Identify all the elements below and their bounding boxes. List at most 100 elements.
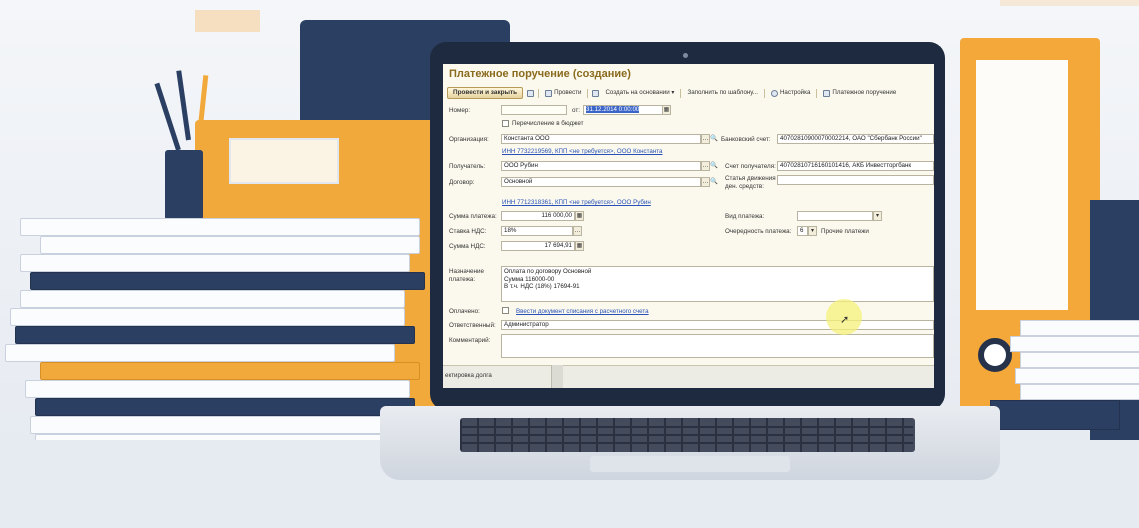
recipient-field[interactable]: ООО Рубин [501, 161, 701, 171]
folder-sheet [30, 272, 425, 290]
paper-sheet [20, 218, 420, 236]
paper-sheet-right [1010, 336, 1139, 352]
contract-label: Договор: [449, 179, 475, 186]
keyboard-row-divider [462, 426, 913, 428]
decor-blob-top [195, 10, 260, 32]
recipient-account-field[interactable]: 40702810716160101416, АКБ Инвестторгбанк [777, 161, 934, 171]
vat-amount-field[interactable]: 17 694,91 [501, 241, 575, 251]
responsible-label: Ответственный: [449, 322, 496, 329]
paper-sheet [10, 308, 405, 326]
post-and-close-button[interactable]: Провести и закрыть [447, 87, 524, 99]
payment-type-select[interactable] [797, 211, 873, 221]
decor-blob-right [1000, 0, 1139, 6]
paper-sheet-right [1020, 352, 1139, 368]
window-title: Платежное поручение (создание) [449, 68, 631, 80]
amount-label: Сумма платежа: [449, 213, 497, 220]
date-label: от: [572, 107, 580, 114]
organization-info-link[interactable]: ИНН 7732219569, КПП <не требуется>, ООО … [502, 148, 662, 155]
mouse-cursor-icon: ➚ [840, 314, 850, 326]
priority-text: Прочие платежи [821, 228, 869, 235]
organization-field[interactable]: Константа ООО [501, 134, 701, 144]
cash-flow-label: Статья движения ден. средств: [725, 175, 776, 190]
contract-select-button[interactable]: … [701, 177, 710, 187]
toolbar-separator [680, 88, 682, 98]
purpose-line: Оплата по договору Основной [504, 268, 592, 275]
organization-select-button[interactable]: … [701, 134, 710, 144]
folder-sheet [35, 398, 415, 416]
save-icon[interactable] [527, 89, 535, 97]
chevron-down-icon[interactable]: ▾ [873, 211, 882, 221]
recipient-account-label: Счет получателя: [725, 163, 776, 170]
calculator-icon[interactable]: ▦ [575, 211, 584, 221]
paper-sheet [25, 380, 410, 398]
bank-account-label: Банковский счет: [721, 136, 771, 143]
bottom-panel: ектировка долга [443, 365, 934, 388]
paper-sheet [30, 416, 415, 434]
folder-sheet [15, 326, 415, 344]
calculator-icon[interactable]: ▦ [575, 241, 584, 251]
vat-rate-field[interactable]: 18% [501, 226, 573, 236]
toolbar-separator [816, 88, 818, 98]
recipient-select-button[interactable]: … [701, 161, 710, 171]
paper-sheet [40, 236, 420, 254]
keyboard-row-divider [462, 442, 913, 444]
calendar-icon[interactable]: ▦ [662, 105, 671, 115]
contract-field[interactable]: Основной [501, 177, 701, 187]
app-window: Платежное поручение (создание) Провести … [443, 64, 934, 388]
webcam-icon [683, 53, 688, 58]
paper-sheet [20, 290, 405, 308]
purpose-line: Сумма 116000-00 [504, 275, 555, 283]
recipient-info-link[interactable]: ИНН 7712318361, КПП <не требуется>, ООО … [502, 199, 651, 206]
budget-label: Перечисление в бюджет [512, 120, 584, 127]
vat-rate-select-button[interactable]: … [573, 226, 582, 236]
orange-folder-sheet [40, 362, 420, 380]
enter-writeoff-link[interactable]: Ввести документ списания с расчетного сч… [516, 308, 649, 315]
toolbar-separator [763, 88, 765, 98]
search-icon[interactable]: 🔍 [710, 177, 718, 185]
number-label: Номер: [449, 107, 471, 114]
paid-label: Оплачено: [449, 308, 480, 315]
fill-template-button[interactable]: Заполнить по шаблону... [685, 87, 759, 99]
bottom-panel-item[interactable]: ектировка долга [445, 372, 492, 379]
paper-sheet [5, 344, 395, 362]
create-based-on-button[interactable]: Создать на основании ▾ [603, 87, 676, 99]
toolbar: Провести и закрыть Провести Создать на о… [447, 86, 934, 100]
chevron-down-icon[interactable]: ▾ [808, 226, 817, 236]
document-icon[interactable] [592, 89, 600, 97]
keyboard-row-divider [462, 434, 913, 436]
purpose-textarea[interactable]: Оплата по договору Основной Сумма 116000… [501, 266, 934, 302]
priority-label: Очередность платежа: [725, 228, 792, 235]
bank-account-field[interactable]: 40702810900070002214, ОАО "Сбербанк Росс… [777, 134, 934, 144]
binder-label [229, 138, 339, 184]
organization-label: Организация: [449, 136, 489, 143]
gear-icon [770, 89, 778, 97]
paper-sheet-right [990, 400, 1120, 430]
amount-field[interactable]: 116 000,00 [501, 211, 575, 221]
payment-type-label: Вид платежа: [725, 213, 765, 220]
post-button[interactable]: Провести [543, 87, 583, 99]
toolbar-separator [538, 88, 540, 98]
responsible-field[interactable]: Администратор [501, 320, 934, 330]
comment-textarea[interactable] [501, 334, 934, 358]
settings-button[interactable]: Настройка [769, 87, 812, 99]
recipient-label: Получатель: [449, 163, 486, 170]
date-field[interactable]: 31.12.2014 0:00:00 [583, 105, 663, 115]
priority-select[interactable]: 6 [797, 226, 808, 236]
search-icon[interactable]: 🔍 [710, 161, 718, 169]
scrollbar[interactable] [551, 365, 563, 388]
binder-ring-hole [978, 338, 1012, 372]
number-field[interactable] [501, 105, 567, 115]
budget-checkbox[interactable] [502, 120, 509, 127]
paper-sheet-right [1020, 384, 1139, 400]
paper-sheet-right [1015, 368, 1139, 384]
toolbar-separator [587, 88, 589, 98]
cash-flow-field[interactable] [777, 175, 934, 185]
printer-icon [823, 89, 831, 97]
date-value: 31.12.2014 0:00:00 [586, 106, 640, 113]
paper-sheet [20, 254, 410, 272]
binder-paper [976, 60, 1068, 310]
search-icon[interactable]: 🔍 [710, 134, 718, 142]
print-payment-order-button[interactable]: Платежное поручение [821, 87, 898, 99]
vat-rate-label: Ставка НДС: [449, 228, 487, 235]
paid-checkbox[interactable] [502, 307, 509, 314]
